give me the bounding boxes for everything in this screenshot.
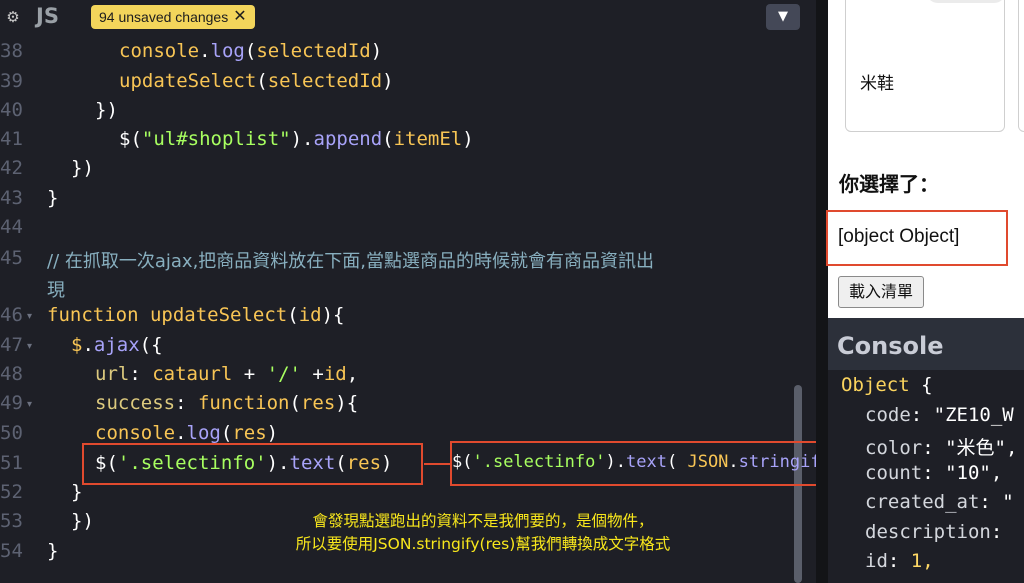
code-line-47: $.ajax({: [71, 334, 163, 356]
console-entry: code: "ZE10_W: [865, 404, 1014, 426]
line-number: 42: [0, 157, 23, 179]
editor-header: ⚙ JS 94 unsaved changes ✕ ▼: [0, 0, 816, 36]
pane-divider[interactable]: [816, 0, 828, 583]
console-entry: color: "米色",: [865, 437, 1018, 459]
load-list-button[interactable]: 載入清單: [838, 276, 925, 308]
code-line-38: console.log(selectedId): [119, 40, 383, 62]
line-number: 46: [0, 304, 23, 326]
console-pane[interactable]: Console Object { code: "ZE10_W color: "米…: [828, 318, 1024, 583]
result-preview-pane: 米鞋 你選擇了： [object Object] 載入清單: [828, 0, 1024, 318]
code-line-41: $("ul#shoplist").append(itemEl): [119, 128, 474, 150]
code-line-48: url: cataurl + '/' +id,: [95, 363, 359, 385]
line-number: 45: [0, 247, 23, 269]
fold-chevron-icon[interactable]: ▾: [27, 341, 32, 352]
code-line-43: }: [47, 187, 59, 209]
line-number: 44: [0, 216, 23, 238]
line-number: 50: [0, 422, 23, 444]
console-entry: description:: [865, 521, 1014, 543]
callout-code: $('.selectinfo').text( JSON.stringify(re…: [452, 452, 816, 472]
language-label: JS: [36, 4, 59, 28]
unsaved-changes-badge[interactable]: 94 unsaved changes ✕: [91, 5, 255, 29]
code-comment-line: // 在抓取一次ajax,把商品資料放在下面,當點選商品的時候就會有商品資訊出: [47, 251, 655, 272]
code-line-39: updateSelect(selectedId): [119, 70, 394, 92]
line-number: 41: [0, 128, 23, 150]
code-line-54: }: [47, 540, 59, 562]
code-line-52: }: [71, 481, 83, 503]
code-line-46: function updateSelect(id){: [47, 304, 345, 326]
console-entry: count: "10",: [865, 462, 1003, 484]
line-number: 38: [0, 40, 23, 62]
line-number: 53: [0, 510, 23, 532]
highlight-box-selectinfo: [826, 210, 1008, 266]
highlight-box-original: [82, 443, 423, 485]
console-header: Console: [828, 318, 1024, 370]
code-comment-wrap: 現: [47, 280, 65, 301]
line-number: 51: [0, 452, 23, 474]
line-number: 48: [0, 363, 23, 385]
annotation-note-line-2: 所以要使用JSON.stringify(res)幫我們轉換成文字格式: [295, 535, 671, 553]
product-image: [926, 0, 1006, 3]
code-line-49: success: function(res){: [95, 392, 359, 414]
close-icon[interactable]: ✕: [233, 7, 246, 27]
product-card-next[interactable]: [1018, 0, 1024, 132]
console-entry: created_at: ": [865, 491, 1014, 513]
js-editor-pane[interactable]: ⚙ JS 94 unsaved changes ✕ ▼ 38 39 40 41 42 43…: [0, 0, 816, 583]
console-title: Console: [837, 332, 944, 360]
console-object-line: Object {: [841, 374, 933, 396]
fold-chevron-icon[interactable]: ▾: [27, 399, 32, 410]
code-line-40: }): [95, 99, 118, 121]
line-number: 40: [0, 99, 23, 121]
annotation-connector: [424, 463, 451, 465]
selected-title: 你選擇了：: [839, 172, 939, 196]
line-number: 54: [0, 540, 23, 562]
line-number: 49: [0, 392, 23, 414]
line-number: 43: [0, 187, 23, 209]
line-number: 39: [0, 70, 23, 92]
console-entry: id: 1,: [865, 550, 934, 572]
product-card[interactable]: 米鞋: [845, 0, 1006, 132]
annotation-note-line-1: 會發現點選跑出的資料不是我們要的，是個物件，: [312, 512, 654, 530]
code-line-42: }): [71, 157, 94, 179]
fold-chevron-icon[interactable]: ▾: [27, 311, 32, 322]
line-number: 52: [0, 481, 23, 503]
chevron-down-icon: ▼: [778, 9, 788, 24]
gear-icon[interactable]: ⚙: [4, 8, 22, 26]
editor-collapse-button[interactable]: ▼: [766, 4, 800, 30]
code-line-50: console.log(res): [95, 422, 279, 444]
line-number: 47: [0, 334, 23, 356]
product-name: 米鞋: [860, 74, 894, 94]
code-line-53: }): [71, 510, 94, 532]
unsaved-changes-label: 94 unsaved changes: [99, 9, 229, 25]
annotation-note: 會發現點選跑出的資料不是我們要的，是個物件， 所以要使用JSON.stringi…: [248, 510, 718, 556]
